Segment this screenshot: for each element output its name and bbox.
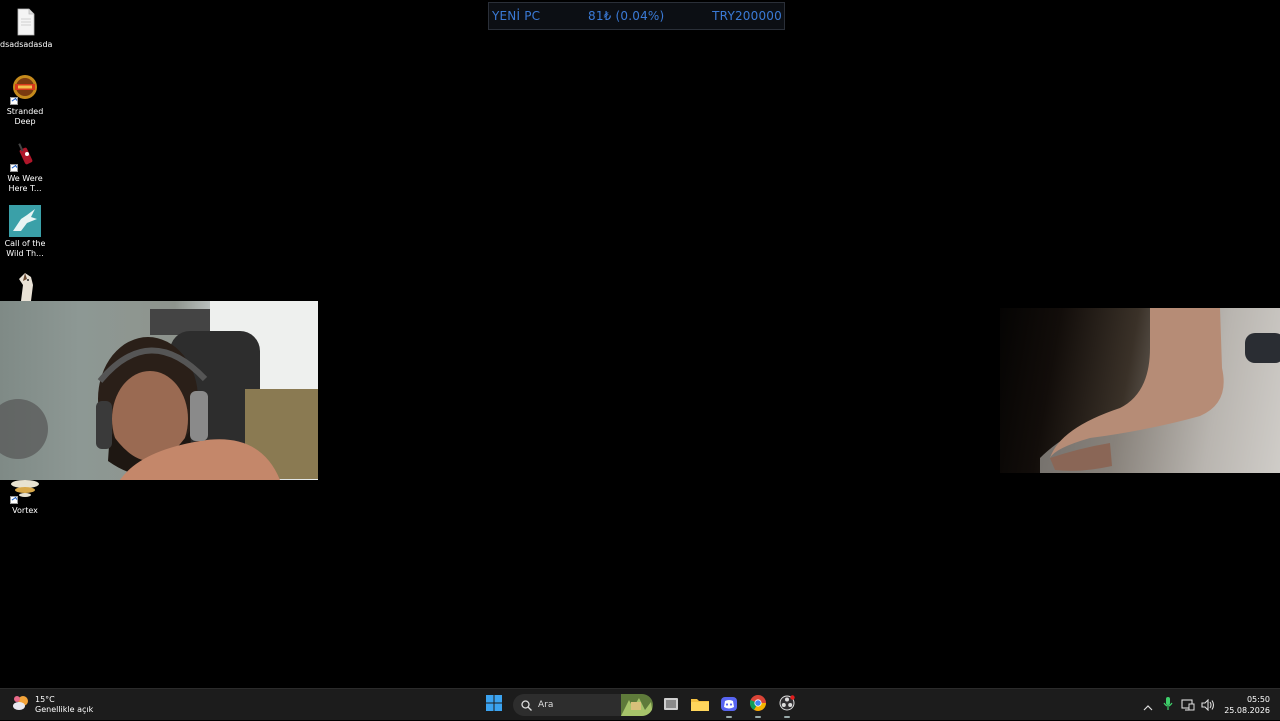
taskbar: 15°C Genellikle açık Ara 05:50 25.08.202… (0, 688, 1280, 720)
taskbar-center-apps: Ara (480, 689, 802, 721)
task-view-button[interactable] (657, 691, 685, 719)
tray-microphone[interactable] (1158, 695, 1178, 715)
taskbar-clock[interactable]: 05:50 25.08.2026 (1224, 694, 1270, 716)
shortcut-arrow-icon (10, 97, 18, 105)
running-indicator (755, 716, 761, 718)
desktop-icon-file[interactable]: dsadsadasda (0, 6, 53, 50)
tray-network[interactable] (1178, 695, 1198, 715)
tray-overflow-button[interactable] (1138, 695, 1158, 715)
microphone-icon (1163, 696, 1173, 715)
weather-text: 15°C Genellikle açık (35, 695, 93, 715)
weather-sun-cloud-icon (12, 694, 30, 716)
chevron-up-icon (1143, 696, 1153, 715)
file-explorer-button[interactable] (686, 691, 714, 719)
desktop-icon-call-of-the-wild[interactable]: Call of the Wild Th... (0, 205, 50, 259)
stranded-deep-icon (9, 73, 41, 105)
desktop-icon-label: Vortex (12, 506, 38, 515)
webcam-feed-left (0, 301, 318, 480)
search-icon (521, 699, 532, 711)
start-button[interactable] (480, 691, 508, 719)
desktop-icon-horse-game[interactable] (0, 271, 50, 305)
donation-goal: TRY200000 (712, 9, 782, 23)
desktop-icon-label: Call of the Wild Th... (4, 239, 46, 258)
volume-icon (1201, 696, 1215, 715)
tray-volume[interactable] (1198, 695, 1218, 715)
clock-time: 05:50 (1246, 695, 1270, 704)
donation-goal-bar: YENİ PC 81₺ (0.04%) TRY200000 (488, 2, 785, 30)
horse-game-icon (9, 271, 41, 303)
system-tray: 05:50 25.08.2026 (1138, 689, 1270, 721)
desktop-icon-stranded-deep[interactable]: Stranded Deep (0, 73, 50, 127)
taskbar-search-box[interactable]: Ara (513, 694, 653, 716)
search-highlight-image-icon (621, 694, 653, 716)
search-placeholder: Ara (538, 700, 554, 710)
shortcut-arrow-icon (10, 164, 18, 172)
discord-button[interactable] (715, 691, 743, 719)
windows-start-icon (486, 695, 502, 715)
desktop-icon-label: We Were Here T... (7, 174, 43, 193)
desktop: YENİ PC 81₺ (0.04%) TRY200000 dsadsadasd… (0, 0, 1280, 688)
running-indicator (726, 716, 732, 718)
webcam-feed-right (1000, 308, 1280, 473)
weather-condition: Genellikle açık (35, 705, 94, 714)
file-explorer-icon (691, 696, 709, 715)
task-view-icon (663, 696, 679, 715)
network-icon (1181, 696, 1195, 715)
shortcut-arrow-icon (10, 496, 18, 504)
desktop-icon-label: Stranded Deep (6, 107, 44, 126)
vortex-icon (9, 478, 41, 504)
chrome-icon (749, 695, 766, 715)
obs-icon (779, 695, 795, 715)
weather-temperature: 15°C (35, 695, 55, 704)
donation-label: YENİ PC (492, 9, 541, 23)
obs-button[interactable] (773, 691, 801, 719)
chrome-button[interactable] (744, 691, 772, 719)
running-indicator (784, 716, 790, 718)
call-of-the-wild-icon (9, 205, 41, 237)
desktop-icon-vortex[interactable]: Vortex (0, 478, 50, 516)
desktop-icon-we-were-here[interactable]: We Were Here T... (0, 140, 50, 194)
we-were-here-icon (9, 140, 41, 172)
weather-widget[interactable]: 15°C Genellikle açık (12, 692, 93, 718)
clock-date: 25.08.2026 (1224, 706, 1270, 715)
discord-icon (721, 696, 737, 715)
desktop-icon-label: dsadsadasda (0, 40, 53, 49)
donation-amount: 81₺ (0.04%) (588, 9, 665, 23)
text-file-icon (9, 6, 41, 38)
